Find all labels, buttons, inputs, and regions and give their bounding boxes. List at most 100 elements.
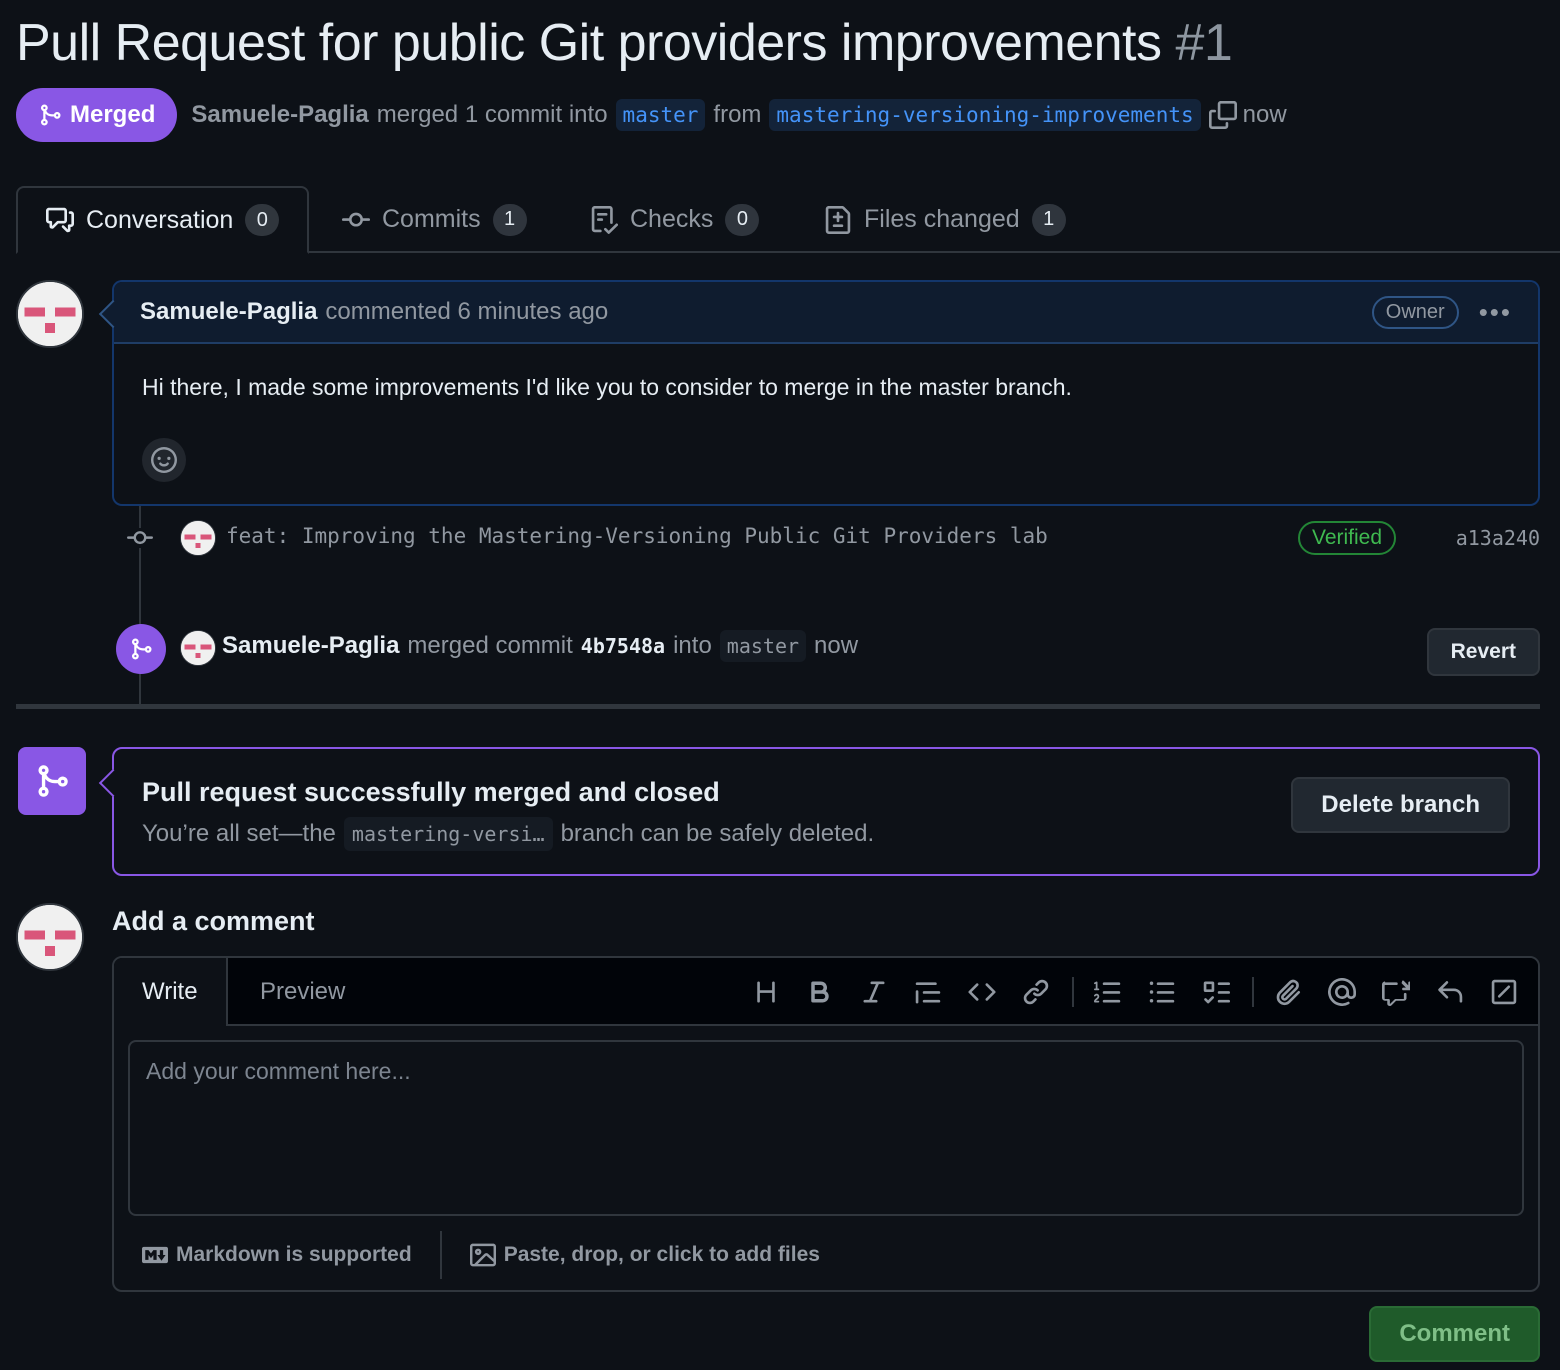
timeline-merge-event: Samuele-Paglia merged commit 4b7548a int… <box>112 622 1540 676</box>
into-text: into <box>673 632 712 659</box>
tab-checks[interactable]: Checks 0 <box>590 186 760 253</box>
git-commit-icon <box>126 528 154 548</box>
merge-summary-text: merged 1 commit into <box>376 101 608 128</box>
avatar[interactable] <box>180 630 216 666</box>
git-merge-icon <box>116 624 166 674</box>
add-comment-title: Add a comment <box>112 906 315 936</box>
markdown-supported-link[interactable]: Markdown is supported <box>142 1242 412 1268</box>
image-icon <box>469 1243 496 1267</box>
markdown-icon <box>142 1246 168 1264</box>
verified-badge[interactable]: Verified <box>1298 521 1397 555</box>
tab-commits-label: Commits <box>382 205 481 233</box>
tab-files-changed[interactable]: Files changed 1 <box>824 186 1066 253</box>
editor-footer: Markdown is supported Paste, drop, or cl… <box>142 1230 820 1280</box>
merge-author-link[interactable]: Samuele-Paglia <box>222 632 399 660</box>
footer-separator <box>439 1231 442 1279</box>
avatar[interactable] <box>16 280 84 348</box>
file-diff-icon <box>825 205 851 234</box>
bold-icon[interactable] <box>800 972 840 1012</box>
pr-meta-row: Merged Samuele-Paglia merged 1 commit in… <box>16 88 1287 142</box>
git-commit-icon <box>342 212 370 227</box>
tab-commits[interactable]: Commits 1 <box>342 186 527 253</box>
comment-editor: Write Preview Markdown is supported <box>112 956 1540 1292</box>
tab-checks-label: Checks <box>630 205 714 233</box>
base-branch-link[interactable]: master <box>615 99 706 131</box>
toolbar-separator <box>1252 977 1254 1007</box>
avatar[interactable] <box>180 520 216 556</box>
merge-branch-link[interactable]: master <box>719 630 807 662</box>
attach-icon[interactable] <box>1268 972 1308 1012</box>
smiley-icon <box>151 447 177 473</box>
avatar[interactable] <box>16 903 84 971</box>
head-branch-link[interactable]: mastering-versioning-improvements <box>769 99 1201 131</box>
submit-comment-button[interactable]: Comment <box>1369 1306 1540 1362</box>
merged-status-title: Pull request successfully merged and clo… <box>142 777 720 807</box>
merged-status-box: Pull request successfully merged and clo… <box>112 747 1540 876</box>
head-branch-link[interactable]: mastering-versi… <box>343 817 553 851</box>
tab-checks-count: 0 <box>725 203 760 236</box>
comment-textarea[interactable] <box>128 1040 1524 1216</box>
comment-header: Samuele-Paglia commented 6 minutes ago O… <box>114 282 1538 344</box>
reference-icon[interactable] <box>1376 972 1416 1012</box>
delete-branch-button[interactable]: Delete branch <box>1291 777 1510 833</box>
pr-tabs: Conversation 0 Commits 1 Checks 0 Files … <box>16 186 1560 254</box>
comment-timestamp: commented 6 minutes ago <box>325 298 609 325</box>
undo-icon[interactable] <box>1430 972 1470 1012</box>
markdown-toolbar <box>732 972 1524 1012</box>
git-merge-icon <box>41 104 61 126</box>
tab-conversation-label: Conversation <box>86 205 234 234</box>
unordered-list-icon[interactable] <box>1142 972 1182 1012</box>
quote-icon[interactable] <box>908 972 948 1012</box>
merge-action-text: merged commit <box>407 632 573 659</box>
commit-message-link[interactable]: feat: Improving the Mastering-Versioning… <box>226 524 1048 548</box>
slash-command-icon[interactable] <box>1484 972 1524 1012</box>
tab-write[interactable]: Write <box>114 958 228 1026</box>
italic-icon[interactable] <box>854 972 894 1012</box>
pr-title: Pull Request for public Git providers im… <box>16 14 1162 72</box>
add-reaction-button[interactable] <box>142 438 186 482</box>
git-merge-icon <box>18 747 86 815</box>
comment-discussion-icon <box>46 207 74 233</box>
numbered-list-icon[interactable] <box>1088 972 1128 1012</box>
checklist-icon <box>591 205 618 234</box>
from-text: from <box>713 101 762 128</box>
files-note: Paste, drop, or click to add files <box>503 1243 820 1266</box>
tab-preview[interactable]: Preview <box>232 958 373 1026</box>
merge-commit-sha-link[interactable]: 4b7548a <box>581 634 665 658</box>
merged-state-badge: Merged <box>16 88 178 142</box>
pr-time: now <box>1242 101 1287 128</box>
tab-files-changed-count: 1 <box>1031 203 1066 236</box>
pr-description-comment: Samuele-Paglia commented 6 minutes ago O… <box>112 280 1540 506</box>
pr-number: #1 <box>1175 14 1233 72</box>
markdown-note: Markdown is supported <box>176 1243 412 1266</box>
task-list-icon[interactable] <box>1196 972 1236 1012</box>
tab-conversation[interactable]: Conversation 0 <box>16 186 310 254</box>
merge-event-text: Samuele-Paglia merged commit 4b7548a int… <box>222 630 858 662</box>
merge-time: now <box>814 632 859 659</box>
merged-sub-suffix: branch can be safely deleted. <box>560 820 875 847</box>
page-title: Pull Request for public Git providers im… <box>16 12 1233 74</box>
kebab-menu-icon[interactable]: ••• <box>1479 297 1512 328</box>
link-icon[interactable] <box>1016 972 1056 1012</box>
commit-sha-link[interactable]: a13a240 <box>1456 526 1540 550</box>
timeline-commit-item: feat: Improving the Mastering-Versioning… <box>112 518 1540 558</box>
comment-body: Hi there, I made some improvements I'd l… <box>142 374 1072 400</box>
copy-icon[interactable] <box>1208 101 1237 129</box>
code-icon[interactable] <box>962 972 1002 1012</box>
merged-sub-prefix: You’re all set—the <box>142 820 336 847</box>
mention-icon[interactable] <box>1322 972 1362 1012</box>
owner-badge: Owner <box>1371 295 1459 329</box>
heading-icon[interactable] <box>746 972 786 1012</box>
merged-status-subtitle: You’re all set—the mastering-versi… bran… <box>142 817 874 851</box>
tab-commits-count: 1 <box>492 203 527 236</box>
editor-tabs: Write Preview <box>114 958 1538 1026</box>
tab-files-changed-label: Files changed <box>864 205 1020 233</box>
comment-author-link[interactable]: Samuele-Paglia <box>140 298 317 326</box>
merged-state-label: Merged <box>70 101 156 128</box>
tab-conversation-count: 0 <box>245 204 280 236</box>
revert-button[interactable]: Revert <box>1426 628 1540 676</box>
pr-author-link[interactable]: Samuele-Paglia <box>191 101 368 129</box>
timeline-divider <box>16 704 1540 709</box>
toolbar-separator <box>1072 977 1074 1007</box>
add-files-link[interactable]: Paste, drop, or click to add files <box>469 1242 820 1268</box>
